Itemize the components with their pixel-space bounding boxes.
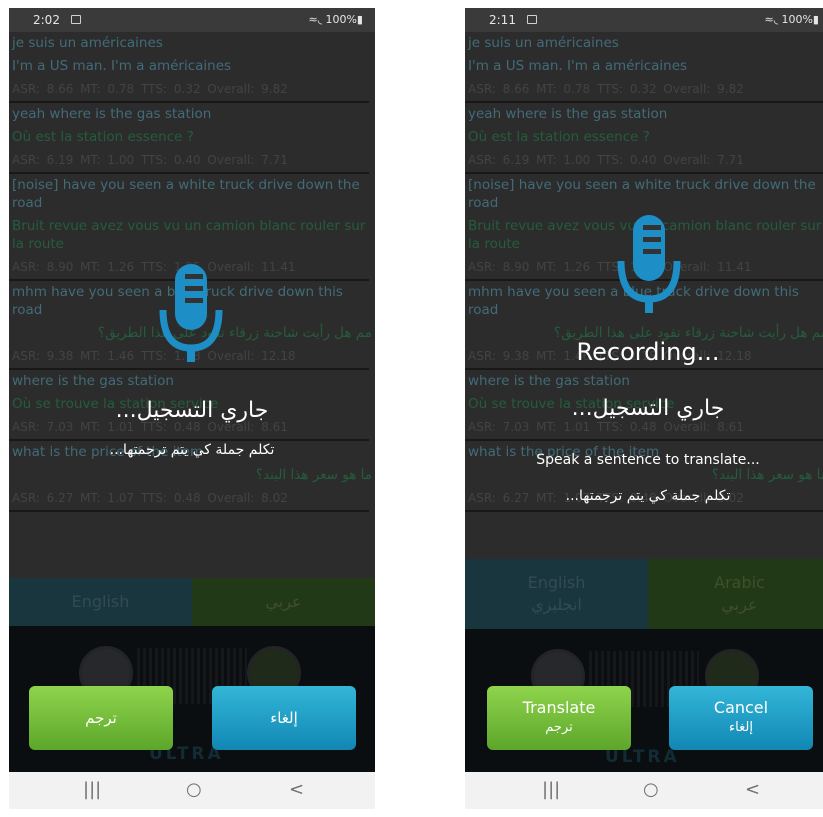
translate-button[interactable]: Translate ترجم [487,686,631,750]
status-time: 2:11 [489,13,516,27]
status-bar: 2:11 ≈◟ 100%▮ [465,8,823,32]
speak-prompt-en: Speak a sentence to translate... [536,452,760,468]
recording-label-en: Recording... [576,338,720,366]
status-signal: ≈◟ 100%▮ [764,13,819,26]
microphone-icon [159,264,223,362]
recording-label-ar: جاري التسجيل... [571,396,725,421]
recent-apps-icon[interactable]: ||| [83,779,101,800]
cancel-label-ar: إلغاء [729,720,753,735]
app-screen: je suis un américaines I'm a US man. I'm … [9,32,375,772]
navigation-bar: ||| ○ < [9,772,375,809]
recording-label-ar: جاري التسجيل... [115,398,269,423]
speak-prompt-ar: تكلم جملة كي يتم ترجمتها... [109,442,275,458]
image-notification-icon [527,15,537,24]
status-bar: 2:02 ≈◟ 100%▮ [9,8,375,32]
image-notification-icon [71,15,81,24]
translate-button[interactable]: ترجم [29,686,173,750]
translate-label-en: Translate [522,698,596,717]
cancel-label-ar: إلغاء [270,709,298,727]
navigation-bar: ||| ○ < [465,772,823,809]
cancel-label-en: Cancel [713,698,769,717]
home-icon[interactable]: ○ [643,779,659,800]
recent-apps-icon[interactable]: ||| [542,779,560,800]
phone-screen-1: 2:02 ≈◟ 100%▮ je suis un américaines I'm … [9,8,375,809]
cancel-button[interactable]: Cancel إلغاء [669,686,813,750]
microphone-icon [617,215,681,313]
status-signal: ≈◟ 100%▮ [308,13,363,26]
translate-label-ar: ترجم [85,709,117,727]
back-icon[interactable]: < [289,779,304,800]
speak-prompt-ar: تكلم جملة كي يتم ترجمتها... [565,488,731,504]
app-screen: je suis un américaines I'm a US man. I'm … [465,32,823,772]
translate-label-ar: ترجم [545,720,573,735]
back-icon[interactable]: < [745,779,760,800]
phone-screen-2: 2:11 ≈◟ 100%▮ je suis un américaines I'm … [465,8,823,809]
status-time: 2:02 [33,13,60,27]
home-icon[interactable]: ○ [186,779,202,800]
cancel-button[interactable]: إلغاء [212,686,356,750]
